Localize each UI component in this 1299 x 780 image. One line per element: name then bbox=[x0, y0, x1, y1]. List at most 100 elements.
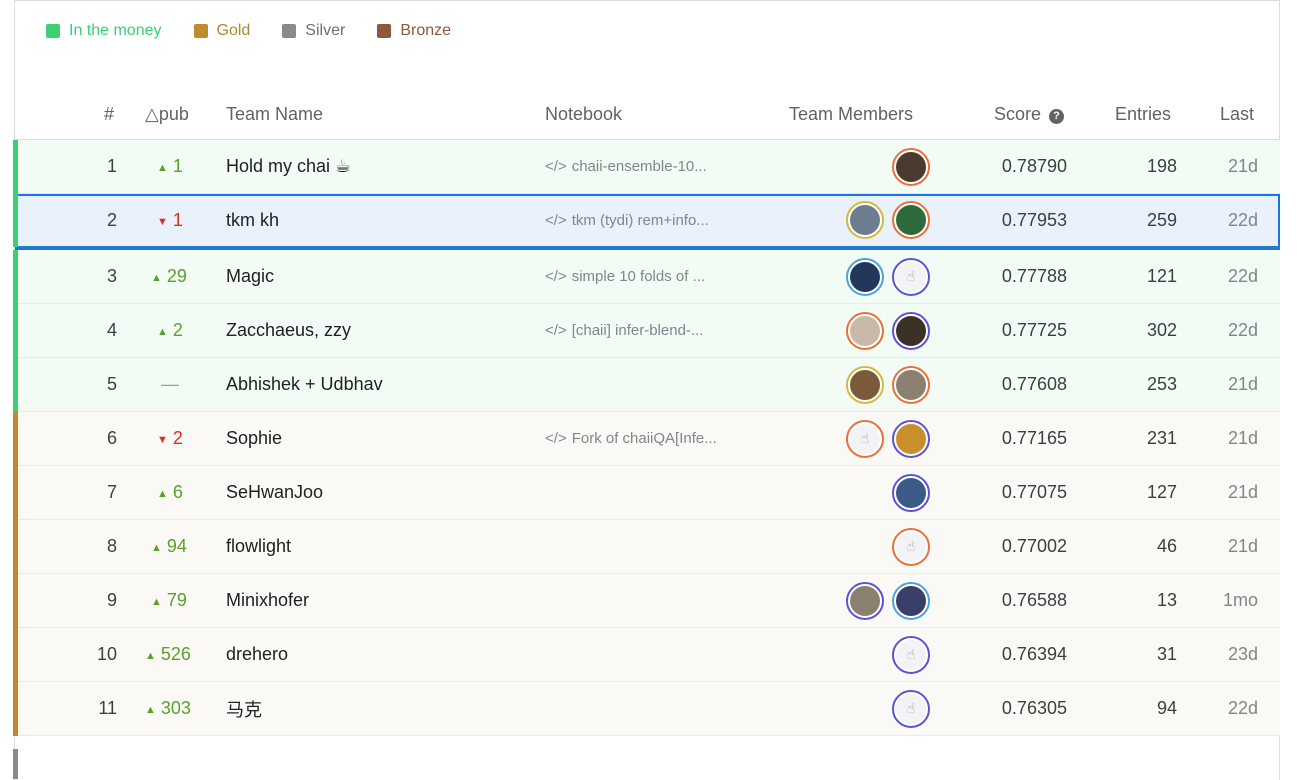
avatar[interactable]: ☝ bbox=[846, 419, 884, 458]
notebook-link[interactable]: </> Fork of chaiiQA[Infe... bbox=[545, 412, 717, 465]
entries-cell: 127 bbox=[1146, 482, 1177, 502]
entries-cell: 259 bbox=[1146, 209, 1177, 230]
score-cell: 0.77165 bbox=[1001, 428, 1067, 448]
avatar[interactable] bbox=[892, 147, 930, 186]
col-delta-header[interactable]: △pub bbox=[145, 104, 189, 125]
team-name[interactable]: Abhishek + Udbhav bbox=[226, 358, 383, 411]
avatar[interactable]: ☝ bbox=[892, 527, 930, 566]
table-row[interactable]: 9 ▲ 79 Minixhofer 0.76588 13 1mo bbox=[13, 574, 1280, 628]
avatar[interactable] bbox=[846, 201, 884, 239]
legend-item[interactable]: In the money bbox=[46, 22, 162, 40]
triangle-up-icon: ▲ bbox=[151, 596, 162, 608]
avatar[interactable] bbox=[892, 201, 930, 239]
team-members bbox=[825, 358, 930, 411]
team-name[interactable]: Magic bbox=[226, 250, 274, 303]
table-row[interactable]: 7 ▲ 6 SeHwanJoo 0.77075 127 21d bbox=[13, 466, 1280, 520]
legend-swatch bbox=[193, 24, 208, 38]
team-name[interactable]: drehero bbox=[226, 628, 288, 681]
avatar[interactable] bbox=[892, 419, 930, 458]
team-name[interactable]: tkm kh bbox=[226, 194, 279, 246]
user-photo bbox=[896, 315, 926, 346]
last-submission-cell: 21d bbox=[1227, 428, 1258, 448]
table-row[interactable]: 6 ▼ 2 Sophie </> Fork of chaiiQA[Infe... ☝ 0.77… bbox=[13, 412, 1280, 466]
code-icon: </> bbox=[545, 322, 567, 339]
avatar[interactable]: ☝ bbox=[892, 689, 930, 728]
user-photo bbox=[896, 477, 926, 508]
team-name[interactable]: SeHwanJoo bbox=[226, 466, 323, 519]
team-members: ☝ bbox=[825, 628, 930, 681]
avatar[interactable] bbox=[892, 311, 930, 350]
team-name[interactable]: Hold my chai ☕ bbox=[226, 140, 351, 193]
team-name[interactable]: Minixhofer bbox=[226, 574, 309, 627]
avatar[interactable]: ☝ bbox=[892, 635, 930, 674]
entries-cell: 121 bbox=[1146, 266, 1177, 286]
user-photo bbox=[850, 315, 880, 346]
notebook-link[interactable]: </> chaii-ensemble-10... bbox=[545, 140, 707, 193]
default-avatar-icon: ☝ bbox=[896, 531, 926, 562]
delta-cell: ▲ 2 bbox=[145, 304, 215, 357]
rank-cell: 5 bbox=[106, 374, 117, 394]
rank-cell: 3 bbox=[106, 266, 117, 286]
table-row[interactable]: 3 ▲ 29 Magic </> simple 10 folds of ... ☝ 0.777… bbox=[13, 250, 1280, 304]
legend-label: Silver bbox=[305, 22, 346, 39]
score-cell: 0.77953 bbox=[1001, 209, 1067, 230]
avatar[interactable] bbox=[892, 581, 930, 620]
col-entries-header[interactable]: Entries bbox=[1115, 104, 1171, 125]
score-cell: 0.76394 bbox=[1001, 644, 1067, 664]
last-submission-cell: 21d bbox=[1227, 374, 1258, 394]
notebook-link[interactable]: </> simple 10 folds of ... bbox=[545, 250, 705, 303]
team-members bbox=[825, 574, 930, 627]
delta-cell: ▲ 79 bbox=[145, 574, 215, 627]
legend-item[interactable]: Gold bbox=[193, 22, 250, 40]
rank-cell: 1 bbox=[106, 156, 117, 176]
tier-band bbox=[13, 466, 18, 520]
table-row[interactable]: 2 ▼ 1 tkm kh </> tkm (tydi) rem+info... 0.7795… bbox=[13, 194, 1280, 250]
col-rank-header[interactable]: # bbox=[104, 104, 114, 125]
team-name[interactable]: Zacchaeus, zzy bbox=[226, 304, 351, 357]
table-row[interactable]: 4 ▲ 2 Zacchaeus, zzy </> [chaii] infer-blend-… bbox=[13, 304, 1280, 358]
table-row[interactable]: 11 ▲ 303 马克 ☝ 0.76305 94 22d bbox=[13, 682, 1280, 736]
table-row[interactable]: 5 — Abhishek + Udbhav 0.77608 253 21d bbox=[13, 358, 1280, 412]
default-avatar-icon: ☝ bbox=[896, 639, 926, 670]
score-cell: 0.77608 bbox=[1001, 374, 1067, 394]
avatar[interactable] bbox=[892, 473, 930, 512]
notebook-link[interactable]: </> [chaii] infer-blend-... bbox=[545, 304, 703, 357]
delta-cell: ▲ 303 bbox=[145, 682, 215, 735]
avatar[interactable] bbox=[846, 581, 884, 620]
user-photo bbox=[896, 369, 926, 400]
score-cell: 0.78790 bbox=[1001, 156, 1067, 176]
avatar[interactable] bbox=[846, 311, 884, 350]
notebook-title: [chaii] infer-blend-... bbox=[571, 322, 704, 339]
legend: In the money Gold Silver Bronze bbox=[46, 22, 483, 40]
delta-value: 2 bbox=[172, 320, 183, 340]
team-name[interactable]: Sophie bbox=[226, 412, 282, 465]
delta-value: — bbox=[161, 374, 179, 394]
next-row-partial bbox=[13, 749, 1280, 779]
avatar[interactable] bbox=[892, 365, 930, 404]
delta-value: 303 bbox=[160, 698, 191, 718]
delta-value: 6 bbox=[172, 482, 183, 502]
notebook-link[interactable]: </> tkm (tydi) rem+info... bbox=[545, 194, 709, 246]
last-submission-cell: 22d bbox=[1227, 698, 1258, 718]
legend-item[interactable]: Bronze bbox=[377, 22, 451, 40]
delta-cell: ▲ 6 bbox=[145, 466, 215, 519]
leaderboard-rows: 1 ▲ 1 Hold my chai ☕ </> chaii-ensemble-10...… bbox=[13, 140, 1280, 736]
col-score-header[interactable]: Score ? bbox=[994, 104, 1065, 125]
table-row[interactable]: 1 ▲ 1 Hold my chai ☕ </> chaii-ensemble-10...… bbox=[13, 140, 1280, 194]
legend-item[interactable]: Silver bbox=[282, 22, 345, 40]
score-cell: 0.77725 bbox=[1001, 320, 1067, 340]
team-name[interactable]: flowlight bbox=[226, 520, 291, 573]
col-last-header[interactable]: Last bbox=[1220, 104, 1254, 125]
avatar[interactable] bbox=[846, 365, 884, 404]
rank-cell: 4 bbox=[106, 320, 117, 340]
tier-band bbox=[13, 250, 18, 304]
help-icon[interactable]: ? bbox=[1049, 109, 1065, 124]
col-team-header[interactable]: Team Name bbox=[226, 104, 323, 125]
entries-cell: 253 bbox=[1146, 374, 1177, 394]
tier-band bbox=[13, 194, 18, 247]
table-row[interactable]: 8 ▲ 94 flowlight ☝ 0.77002 46 21d bbox=[13, 520, 1280, 574]
avatar[interactable] bbox=[846, 257, 884, 296]
table-row[interactable]: 10 ▲ 526 drehero ☝ 0.76394 31 23d bbox=[13, 628, 1280, 682]
avatar[interactable]: ☝ bbox=[892, 257, 930, 296]
team-name[interactable]: 马克 bbox=[226, 682, 262, 735]
